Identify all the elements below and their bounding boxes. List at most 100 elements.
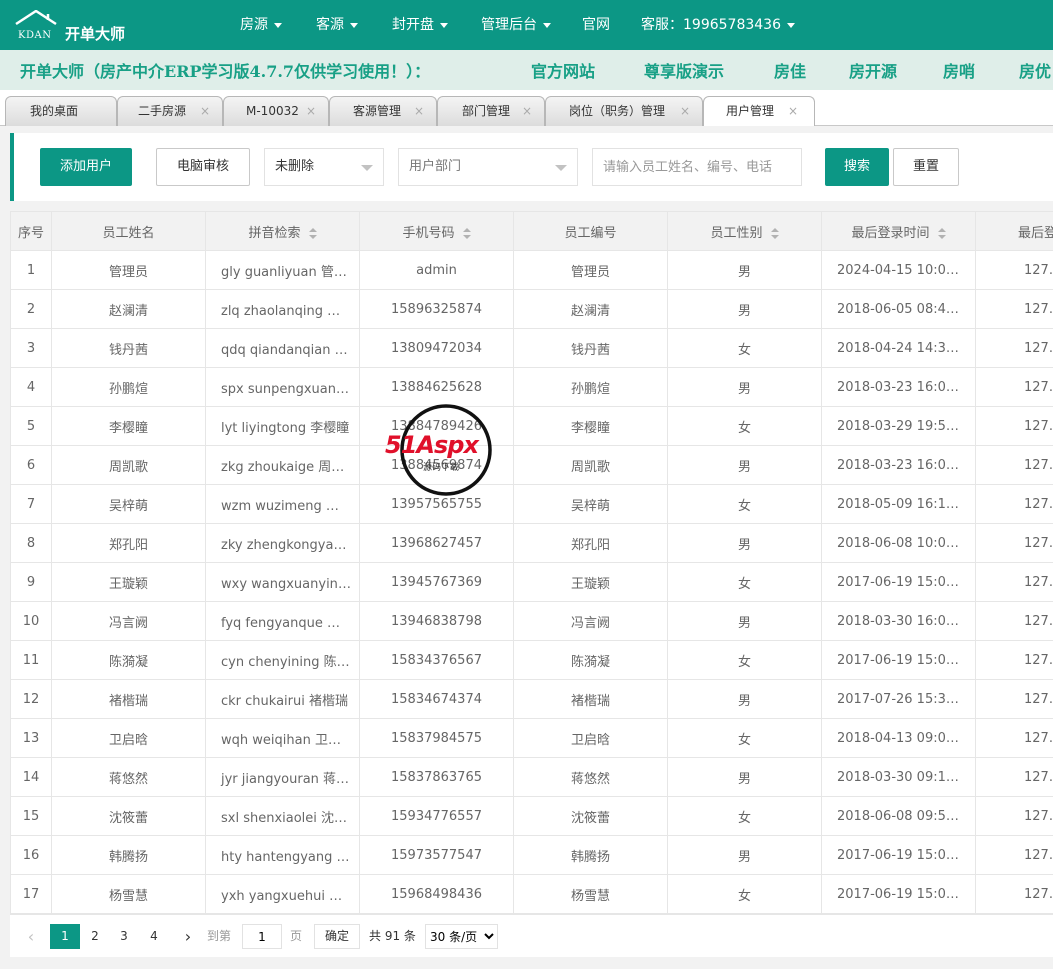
close-icon[interactable]: × (522, 97, 532, 125)
header-phone[interactable]: 手机号码 (359, 211, 514, 251)
tab-second-hand-listings[interactable]: 二手房源 × (117, 96, 223, 126)
cell-last-login-time: 2018-03-29 19:5… (821, 406, 976, 446)
cell-last-login-time: 2018-04-13 09:0… (821, 718, 976, 758)
cell-gender: 男 (667, 601, 822, 641)
caret-down-icon (440, 22, 448, 28)
tab-client-management[interactable]: 客源管理 × (329, 96, 437, 126)
header-pinyin[interactable]: 拼音检索 (205, 211, 360, 251)
cell-pinyin: yxh yangxuehui 杨雪慧 (205, 874, 360, 914)
tab-user-management[interactable]: 用户管理 × (703, 96, 815, 127)
table-row[interactable]: 12 褚楷瑞 ckr chukairui 褚楷瑞 15834674374 褚楷瑞男 201… (10, 679, 1053, 719)
cell-name: 李樱瞳 (51, 406, 206, 446)
cell-last-login-time: 2017-06-19 15:0… (821, 835, 976, 875)
cell-last-login-ip: 127.0 (975, 640, 1053, 680)
cell-name: 赵澜清 (51, 289, 206, 329)
link-fangshao[interactable]: 房哨 (943, 58, 975, 82)
cell-employee-no: 郑孔阳 (513, 523, 668, 563)
table-row[interactable]: 10 冯言阙 fyq fengyanque 冯言阙 13946838798 冯言阙男 20… (10, 601, 1053, 641)
tab-department-management[interactable]: 部门管理 × (437, 96, 545, 126)
total-count: 共 91 条 (369, 929, 416, 943)
cell-gender: 男 (667, 250, 822, 290)
table-row[interactable]: 16韩腾扬hty hantengyang 韩腾扬15973577547韩腾扬男2… (10, 835, 1053, 875)
goto-confirm-button[interactable]: 确定 (314, 924, 361, 949)
cell-index: 14 (10, 757, 52, 797)
tab-my-desktop[interactable]: 我的桌面 (5, 96, 117, 126)
nav-listings[interactable]: 房源 (240, 0, 282, 50)
table-row[interactable]: 15 沈筱蕾 sxl shenxiaolei 沈筱蕾 15934776557 沈筱蕾女 2… (10, 796, 1053, 836)
cell-last-login-time: 2018-03-30 09:1… (821, 757, 976, 797)
status-select[interactable]: 未删除 (264, 148, 384, 186)
tab-position-management[interactable]: 岗位（职务）管理 × (545, 96, 703, 126)
search-button[interactable]: 搜索 (825, 148, 889, 186)
nav-open-close[interactable]: 封开盘 (392, 0, 448, 50)
header-gender[interactable]: 员工性别 (667, 211, 822, 251)
reset-button[interactable]: 重置 (893, 148, 959, 186)
table-row[interactable]: 8郑孔阳zky zhengkongyang 郑孔阳13968627457郑孔阳男… (10, 523, 1053, 563)
pc-audit-button[interactable]: 电脑审核 (156, 148, 250, 186)
link-premium-demo[interactable]: 尊享版演示 (644, 58, 724, 82)
sort-icon[interactable] (462, 227, 471, 239)
close-icon[interactable]: × (680, 97, 690, 125)
cell-pinyin: gly guanliyuan 管理员 (205, 250, 360, 290)
link-fangkaiyuan[interactable]: 房开源 (849, 58, 897, 82)
table-row[interactable]: 17 杨雪慧 yxh yangxuehui 杨雪慧 15968498436 杨雪慧女 20… (10, 874, 1053, 914)
link-fangyou[interactable]: 房优 (1019, 58, 1051, 82)
tab-m-10032[interactable]: M-10032 × (223, 96, 329, 126)
page-size-select[interactable]: 30 条/页 (425, 924, 498, 949)
sort-icon[interactable] (937, 227, 946, 239)
next-page-button[interactable]: › (177, 924, 199, 949)
close-icon[interactable]: × (306, 97, 316, 125)
table-row[interactable]: 6 周凯歌 zkg zhoukaige 周凯歌 13884569874 周凯歌男 2018… (10, 445, 1053, 485)
cell-pinyin: wxy wangxuanying 王璇颖 (205, 562, 360, 602)
table-row[interactable]: 2 赵澜清 zlq zhaolanqing 赵澜清 15896325874 赵澜清男 20… (10, 289, 1053, 329)
close-icon[interactable]: × (788, 97, 798, 125)
page-4[interactable]: 4 (140, 924, 168, 949)
cell-employee-no: 吴梓萌 (513, 484, 668, 524)
goto-page-input[interactable] (242, 924, 282, 949)
cell-pinyin: zkg zhoukaige 周凯歌 (205, 445, 360, 485)
user-table: 序号 员工姓名 拼音检索 手机号码 员工编号 员工性别 最后登录时间 最后登录 … (10, 211, 1053, 914)
cell-last-login-time: 2017-06-19 15:0… (821, 562, 976, 602)
cell-phone: 13809472034 (359, 328, 514, 368)
table-row[interactable]: 7 吴梓萌 wzm wuzimeng 吴梓萌 13957565755 吴梓萌女 2018-… (10, 484, 1053, 524)
page-3[interactable]: 3 (110, 924, 138, 949)
top-navbar: KDAN 开单大师 房源 客源 封开盘 管理后台 官网 客服：199657834… (0, 0, 1053, 50)
table-row[interactable]: 11 陈漪凝 cyn chenyining 陈漪凝 15834376567 陈漪凝女 20… (10, 640, 1053, 680)
sort-icon[interactable] (770, 227, 779, 239)
cell-last-login-ip: 127.0 (975, 523, 1053, 563)
prev-page-button[interactable]: ‹ (20, 924, 42, 949)
cell-pinyin: qdq qiandanqian 钱丹茜 (205, 328, 360, 368)
cell-gender: 女 (667, 328, 822, 368)
cell-index: 3 (10, 328, 52, 368)
header-index: 序号 (10, 211, 52, 251)
nav-customer-service[interactable]: 客服：19965783436 (641, 0, 795, 50)
header-last-login-time[interactable]: 最后登录时间 (821, 211, 976, 251)
page-1[interactable]: 1 (50, 924, 80, 949)
table-row[interactable]: 13 卫启晗 wqh weiqihan 卫启晗 15837984575 卫启晗女 2018… (10, 718, 1053, 758)
close-icon[interactable]: × (200, 97, 210, 125)
table-row[interactable]: 14 蒋悠然 jyr jiangyouran 蒋悠然 15837863765 蒋悠然男 2… (10, 757, 1053, 797)
table-row[interactable]: 4孙鹏煊spx sunpengxuan 孙鹏煊13884625628孙鹏煊男20… (10, 367, 1053, 407)
table-row[interactable]: 9王璇颖wxy wangxuanying 王璇颖13945767369王璇颖女2… (10, 562, 1053, 602)
cell-employee-no: 周凯歌 (513, 445, 668, 485)
sort-icon[interactable] (308, 227, 317, 239)
add-user-button[interactable]: 添加用户 (40, 148, 132, 186)
cell-last-login-ip: 127.0 (975, 601, 1053, 641)
close-icon[interactable]: × (414, 97, 424, 125)
cell-name: 沈筱蕾 (51, 796, 206, 836)
nav-admin[interactable]: 管理后台 (481, 0, 551, 50)
cell-name: 钱丹茜 (51, 328, 206, 368)
table-row[interactable]: 3 钱丹茜 qdq qiandanqian 钱丹茜 13809472034 钱丹茜女 20… (10, 328, 1053, 368)
keyword-search-input[interactable] (592, 148, 802, 186)
department-select[interactable]: 用户部门 (398, 148, 578, 186)
nav-clients[interactable]: 客源 (316, 0, 358, 50)
page-2[interactable]: 2 (81, 924, 109, 949)
cell-gender: 男 (667, 367, 822, 407)
link-official-website[interactable]: 官方网站 (531, 58, 595, 82)
table-row[interactable]: 1 管理员 gly guanliyuan 管理员 admin 管理员男 2024-04-1… (10, 250, 1053, 290)
cell-pinyin: zky zhengkongyang 郑孔阳 (205, 523, 360, 563)
cell-employee-no: 沈筱蕾 (513, 796, 668, 836)
link-fangjia[interactable]: 房佳 (774, 58, 806, 82)
nav-official-site[interactable]: 官网 (582, 0, 610, 50)
table-row[interactable]: 5 李樱瞳 lyt liyingtong 李樱瞳 13884789426 李樱瞳女 201… (10, 406, 1053, 446)
